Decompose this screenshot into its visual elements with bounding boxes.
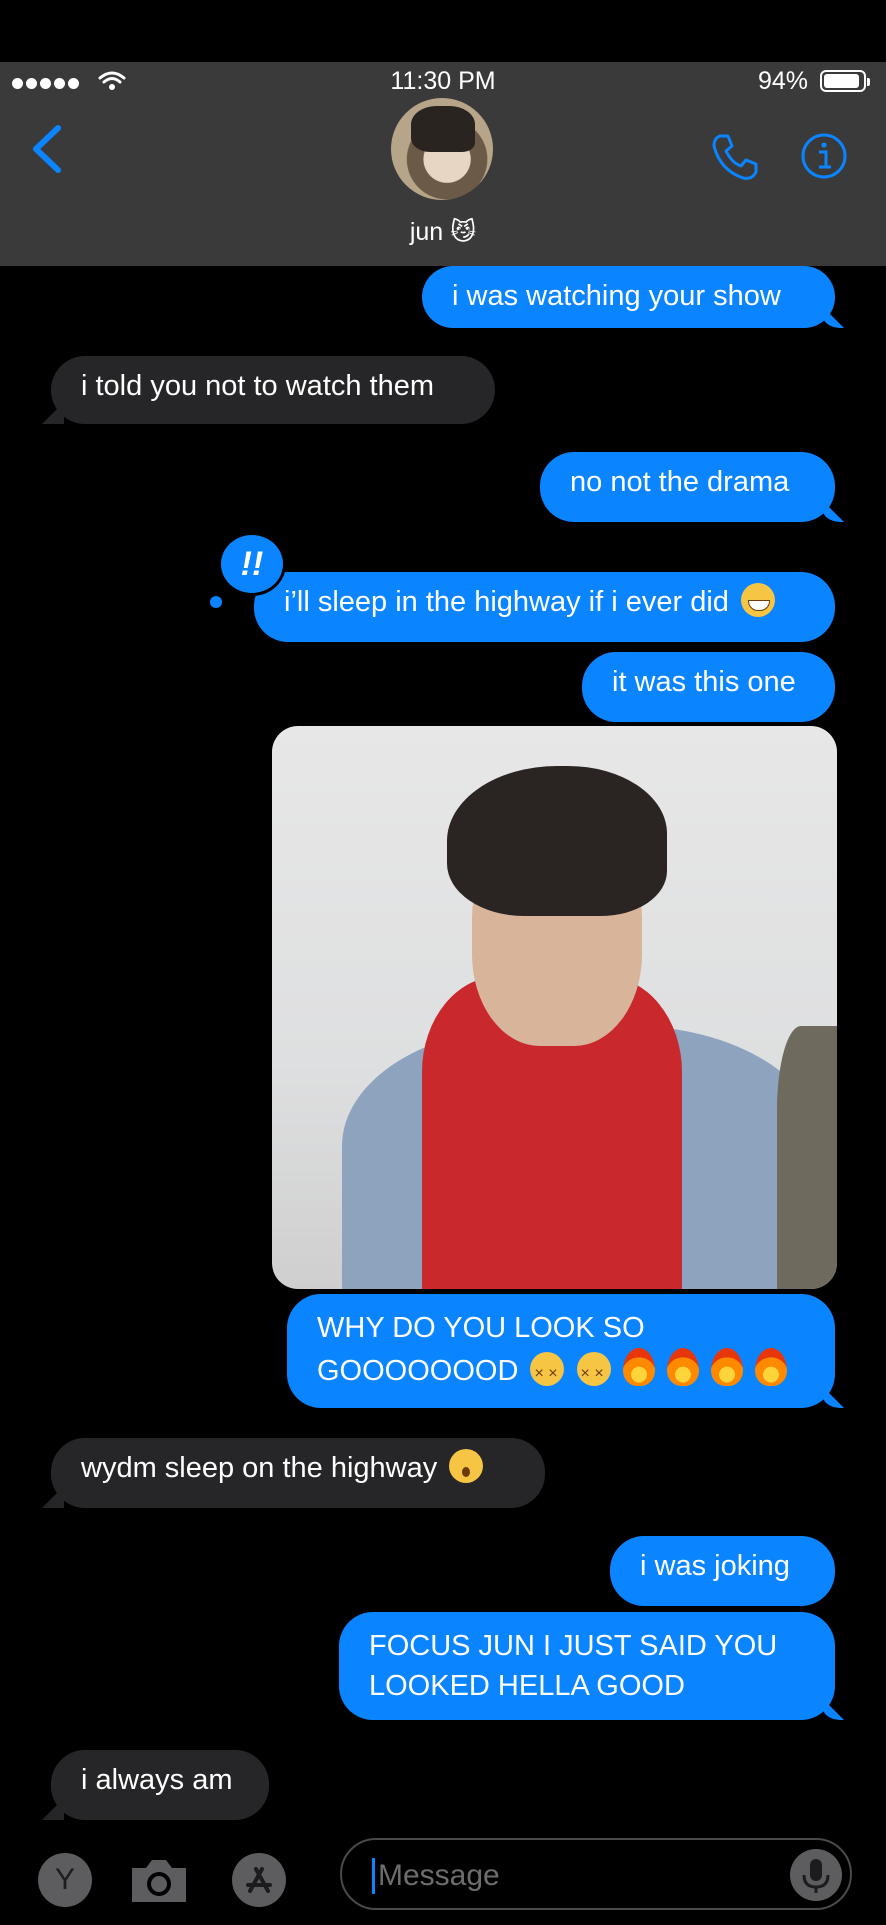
sent-message[interactable]: WHY DO YOU LOOK SO GOOOOOOOD [287,1294,835,1408]
back-chevron-icon[interactable] [30,124,64,174]
received-message[interactable]: i always am [51,1750,269,1820]
battery-percentage: 94% [757,67,808,95]
message-text-line: WHY DO YOU LOOK SO [317,1312,645,1344]
camera-icon[interactable] [128,1854,190,1906]
received-message[interactable]: i told you not to watch them [51,356,495,424]
message-text-line: GOOOOOOOD [317,1355,519,1387]
message-text: wydm sleep on the highway [81,1452,438,1484]
phone-icon[interactable] [710,132,760,182]
message-text: i always am [81,1764,233,1796]
message-text: i’ll sleep in the highway if i ever did [284,586,729,618]
sent-message[interactable]: FOCUS JUN I JUST SAID YOU LOOKED HELLA G… [339,1612,835,1720]
sent-message[interactable]: it was this one [582,652,835,722]
text-cursor [372,1858,375,1894]
contact-name[interactable]: jun 😼 [0,217,886,247]
photo-attachment[interactable] [272,726,837,1289]
surprised-face-emoji [449,1449,484,1483]
app-drawer-button[interactable]: Y [38,1853,92,1907]
app-letter: Y [54,1863,75,1896]
microphone-icon[interactable] [790,1849,842,1901]
sent-message[interactable]: i was watching your show [422,266,835,328]
message-text: no not the drama [570,466,790,498]
message-text-line: LOOKED HELLA GOOD [369,1670,685,1702]
sent-message[interactable]: i’ll sleep in the highway if i ever did [254,572,835,642]
app-store-icon[interactable] [232,1853,286,1907]
sent-message[interactable]: i was joking [610,1536,835,1606]
fire-emoji [666,1348,699,1386]
fire-emoji [754,1348,787,1386]
tired-face-emoji [576,1352,611,1394]
message-text: it was this one [612,666,796,698]
battery-icon [820,70,870,92]
message-text: i was watching your show [452,280,781,312]
sent-message[interactable]: no not the drama [540,452,835,522]
conversation-header: 11:30 PM 94% jun 😼 [0,62,886,266]
fire-emoji [622,1348,655,1386]
contact-avatar[interactable] [391,98,493,200]
received-message[interactable]: wydm sleep on the highway [51,1438,545,1508]
status-time: 11:30 PM [390,67,496,95]
message-text-line: FOCUS JUN I JUST SAID YOU [369,1630,778,1662]
fire-emoji [710,1348,743,1386]
exclamation-reaction-icon: !! [218,532,286,596]
tired-face-emoji [530,1352,565,1394]
message-input[interactable]: Message [340,1838,852,1910]
message-text: i told you not to watch them [81,370,435,402]
tapback-reaction[interactable]: !! [210,532,286,608]
info-icon[interactable] [800,132,848,180]
message-placeholder: Message [378,1859,500,1892]
grinning-emoji [740,583,775,617]
message-text: i was joking [640,1550,790,1582]
